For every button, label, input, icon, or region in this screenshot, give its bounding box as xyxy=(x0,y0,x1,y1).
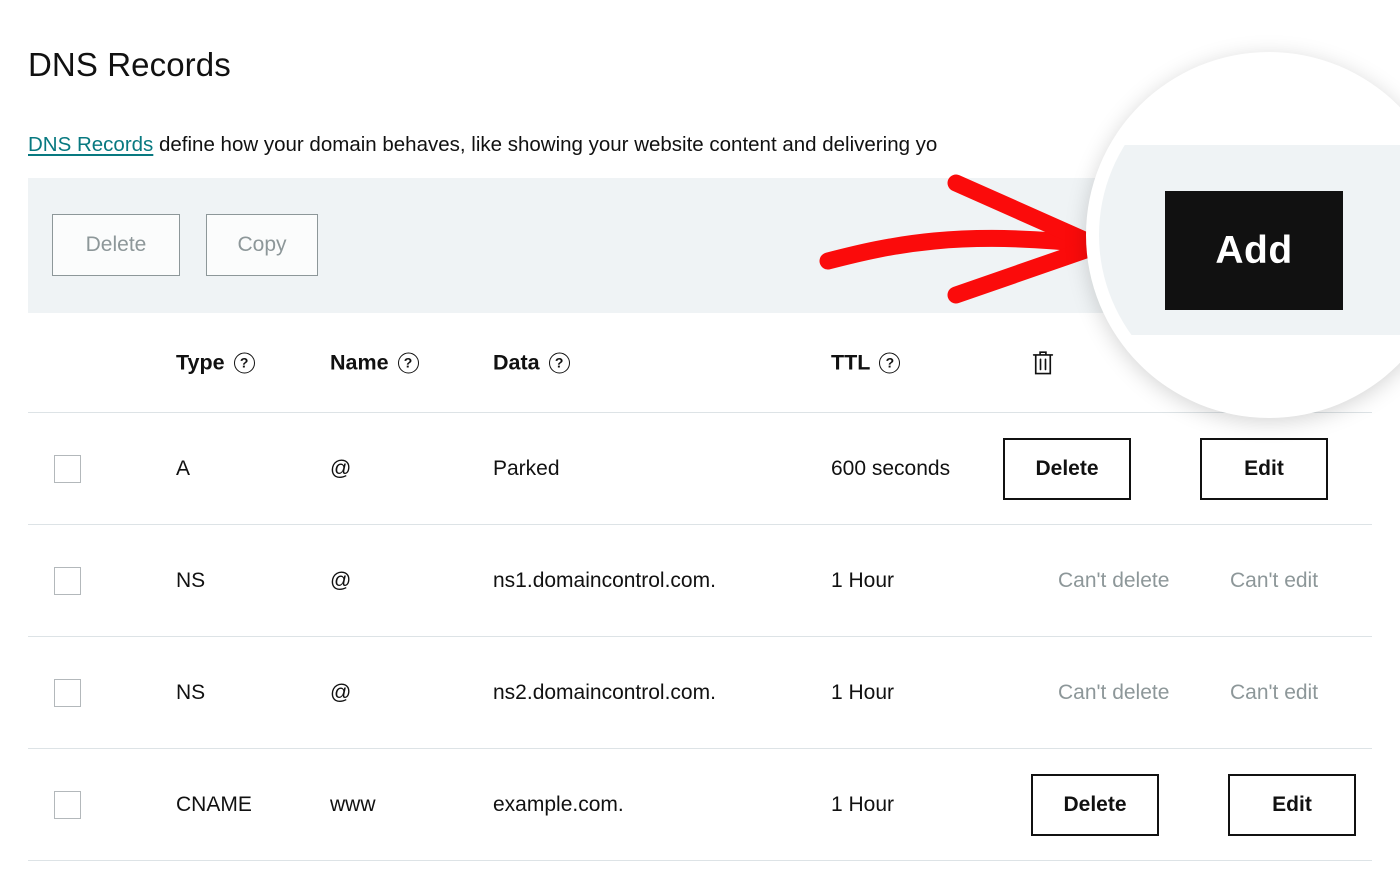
table-row[interactable]: CNAME www example.com. 1 Hour Delete Edi… xyxy=(28,749,1372,861)
cell-action-delete[interactable]: Delete xyxy=(1003,437,1131,500)
row-cant-edit-label: Can't edit xyxy=(1230,680,1319,704)
checkbox-icon[interactable] xyxy=(54,566,81,595)
help-icon[interactable]: ? xyxy=(548,352,570,373)
cell-action-delete: Can't delete xyxy=(1058,569,1169,593)
row-delete-button[interactable]: Delete xyxy=(1031,773,1159,836)
cell-type: NS xyxy=(176,680,206,704)
row-cant-delete-label: Can't delete xyxy=(1058,568,1170,592)
cell-type: NS xyxy=(176,568,206,592)
page-description: DNS Records define how your domain behav… xyxy=(28,133,937,157)
cell-action-edit[interactable]: Edit xyxy=(1200,437,1328,500)
row-edit-button[interactable]: Edit xyxy=(1228,773,1356,836)
checkbox-icon[interactable] xyxy=(54,678,81,707)
row-checkbox[interactable] xyxy=(54,678,81,707)
row-checkbox[interactable] xyxy=(54,566,81,595)
cell-ttl: 1 Hour xyxy=(831,680,895,704)
table-row[interactable]: NS @ ns2.domaincontrol.com. 1 Hour Can't… xyxy=(28,637,1372,749)
row-cant-delete-label: Can't delete xyxy=(1058,680,1170,704)
column-header-type-label: Type xyxy=(176,350,225,374)
magnifier-content: Add xyxy=(1099,65,1400,405)
magnified-add-button[interactable]: Add xyxy=(1165,191,1343,310)
cell-action-edit[interactable]: Edit xyxy=(1228,773,1356,836)
cell-ttl: 600 seconds xyxy=(831,456,951,480)
cell-type: A xyxy=(176,456,191,480)
column-header-name: Name ? xyxy=(330,350,419,375)
column-header-ttl: TTL ? xyxy=(831,350,901,375)
cell-data: example.com. xyxy=(493,792,624,816)
column-header-ttl-label: TTL xyxy=(831,350,871,374)
help-icon[interactable]: ? xyxy=(397,352,419,373)
row-checkbox[interactable] xyxy=(54,454,81,483)
cell-action-delete: Can't delete xyxy=(1058,681,1169,705)
cell-ttl: 1 Hour xyxy=(831,568,895,592)
cell-type: CNAME xyxy=(176,792,252,816)
column-header-data: Data ? xyxy=(493,350,570,375)
cell-name: @ xyxy=(330,680,352,704)
checkbox-icon[interactable] xyxy=(54,790,81,819)
cell-data: ns2.domaincontrol.com. xyxy=(493,680,716,704)
trash-icon[interactable] xyxy=(1030,349,1056,376)
cell-action-edit: Can't edit xyxy=(1230,681,1318,705)
cell-name: @ xyxy=(330,456,352,480)
checkbox-icon[interactable] xyxy=(54,454,81,483)
dns-records-link[interactable]: DNS Records xyxy=(28,133,153,156)
dns-records-page: DNS Records DNS Records define how your … xyxy=(0,0,1400,880)
cell-name: www xyxy=(330,792,376,816)
table-row[interactable]: A @ Parked 600 seconds Delete Edit xyxy=(28,413,1372,525)
cell-data: Parked xyxy=(493,456,560,480)
column-header-data-label: Data xyxy=(493,350,540,374)
cell-action-edit: Can't edit xyxy=(1230,569,1318,593)
row-cant-edit-label: Can't edit xyxy=(1230,568,1319,592)
column-header-actions[interactable] xyxy=(1030,349,1056,376)
toolbar-copy-button[interactable]: Copy xyxy=(206,214,318,276)
help-icon[interactable]: ? xyxy=(879,352,901,373)
row-edit-button[interactable]: Edit xyxy=(1200,437,1328,500)
row-checkbox[interactable] xyxy=(54,790,81,819)
column-header-type: Type ? xyxy=(176,350,255,375)
column-header-name-label: Name xyxy=(330,350,389,374)
page-title: DNS Records xyxy=(28,46,231,84)
table-row[interactable]: NS @ ns1.domaincontrol.com. 1 Hour Can't… xyxy=(28,525,1372,637)
page-description-text: define how your domain behaves, like sho… xyxy=(153,132,938,156)
row-delete-button[interactable]: Delete xyxy=(1003,437,1131,500)
help-icon[interactable]: ? xyxy=(233,352,255,373)
dns-records-table: Type ? Name ? Data ? TTL ? A @ Parked 60… xyxy=(28,313,1372,861)
cell-name: @ xyxy=(330,568,352,592)
cell-data: ns1.domaincontrol.com. xyxy=(493,568,716,592)
cell-action-delete[interactable]: Delete xyxy=(1031,773,1159,836)
cell-ttl: 1 Hour xyxy=(831,792,895,816)
toolbar-delete-button[interactable]: Delete xyxy=(52,214,180,276)
